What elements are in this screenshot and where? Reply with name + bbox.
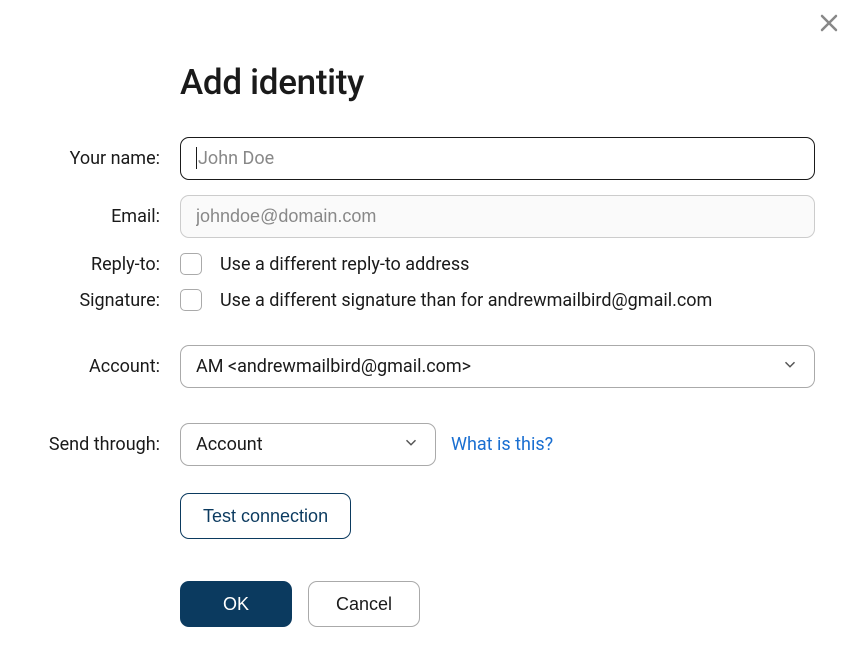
- email-label: Email:: [40, 206, 180, 227]
- account-label: Account:: [40, 356, 180, 377]
- name-placeholder: John Doe: [198, 148, 274, 169]
- send-through-select[interactable]: Account: [180, 423, 436, 466]
- send-through-select-value: Account: [196, 434, 263, 455]
- account-select-value: AM <andrewmailbird@gmail.com>: [196, 356, 471, 377]
- close-icon[interactable]: [819, 12, 839, 38]
- chevron-down-icon: [781, 355, 799, 378]
- signature-checkbox[interactable]: [180, 289, 202, 311]
- name-input[interactable]: John Doe: [180, 137, 815, 180]
- ok-button[interactable]: OK: [180, 581, 292, 627]
- signature-checkbox-label: Use a different signature than for andre…: [220, 290, 712, 311]
- send-through-label: Send through:: [40, 434, 180, 455]
- name-label: Your name:: [40, 148, 180, 169]
- cancel-button[interactable]: Cancel: [308, 581, 420, 627]
- signature-label: Signature:: [40, 290, 180, 311]
- account-select[interactable]: AM <andrewmailbird@gmail.com>: [180, 345, 815, 388]
- reply-to-label: Reply-to:: [40, 254, 180, 275]
- reply-to-checkbox-label: Use a different reply-to address: [220, 254, 469, 275]
- dialog-title: Add identity: [180, 62, 817, 103]
- test-connection-button[interactable]: Test connection: [180, 493, 351, 539]
- what-is-this-link[interactable]: What is this?: [451, 434, 553, 455]
- chevron-down-icon: [402, 433, 420, 456]
- email-input[interactable]: [180, 195, 815, 238]
- add-identity-dialog: Add identity Your name: John Doe Email: …: [0, 0, 857, 627]
- reply-to-checkbox[interactable]: [180, 253, 202, 275]
